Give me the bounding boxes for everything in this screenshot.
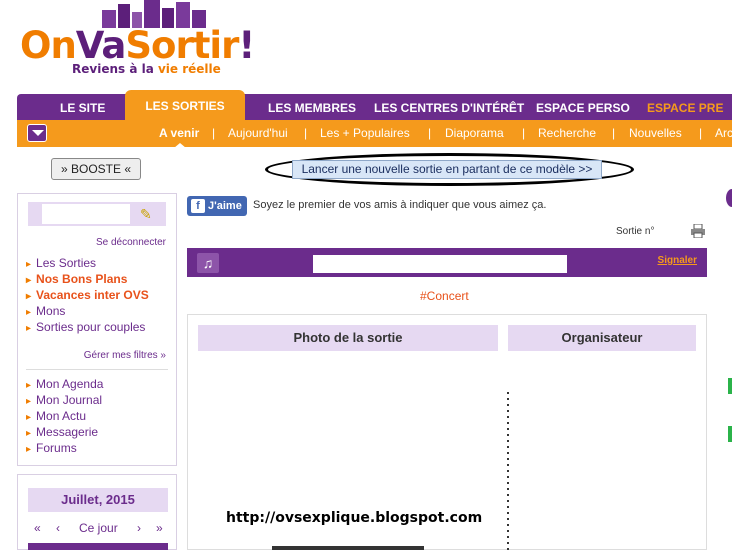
sortie-number-label: Sortie n° [616,226,655,237]
calendar-nav: « ‹ Ce jour › » [18,521,176,537]
personal-links: Mon Agenda Mon Journal Mon Actu Messager… [26,376,103,456]
main-nav-les-sorties[interactable]: LES SORTIES [125,90,245,120]
calendar-weekday-header [28,543,168,550]
tagline-em: vie réelle [157,62,221,76]
calendar-last-button[interactable]: » [156,521,163,535]
organizer-header: Organisateur [508,325,696,351]
link-mon-agenda[interactable]: Mon Agenda [26,376,103,392]
event-title [313,255,567,273]
launch-from-template-button[interactable]: Lancer une nouvelle sortie en partant de… [292,160,602,179]
sub-nav-nouvelles[interactable]: Nouvelles [629,120,682,147]
active-indicator-icon [174,143,186,148]
menu-toggle-button[interactable] [27,124,47,142]
sub-nav-separator: | [304,126,308,140]
calendar-title: Juillet, 2015 [28,488,168,512]
photo-strip [272,546,424,550]
calendar-first-button[interactable]: « [34,521,41,535]
sub-nav-aujourdhui[interactable]: Aujourd'hui [228,120,288,147]
brand-on: On [20,24,77,67]
sub-nav-separator: | [699,126,703,140]
facebook-prompt: Soyez le premier de vos amis à indiquer … [253,199,547,211]
right-sidebar-clipped: ​ [728,302,732,550]
sub-nav: A venir | Aujourd'hui | Les + Populaires… [17,120,732,148]
site-logo[interactable]: OnVaSortir! Reviens à la vie réelle [20,0,255,82]
sub-nav-diaporama[interactable]: Diaporama [445,120,504,147]
help-icon[interactable] [726,189,732,207]
link-mons[interactable]: Mons [26,303,149,319]
facebook-like-label: J'aime [208,200,242,212]
link-messagerie[interactable]: Messagerie [26,424,103,440]
sortie-number-value [660,222,688,240]
print-icon[interactable] [690,224,706,238]
sub-nav-recherche[interactable]: Recherche [538,120,596,147]
sub-nav-populaires[interactable]: Les + Populaires [320,120,410,147]
facebook-like-button[interactable]: f J'aime [187,196,247,216]
right-green-badge [728,378,732,394]
pencil-icon[interactable]: ✎ [140,206,156,222]
sub-nav-archives[interactable]: Arc [715,120,732,147]
link-les-sorties[interactable]: Les Sorties [26,255,149,271]
facebook-icon: f [191,199,205,213]
manage-filters-link[interactable]: Gérer mes filtres » [84,350,166,361]
booste-button[interactable]: » BOOSTE « [51,158,141,180]
calendar-today-button[interactable]: Ce jour [79,521,118,535]
music-icon: ♫ [197,253,219,273]
user-panel: ✎ Se déconnecter Les Sorties Nos Bons Pl… [17,193,177,466]
category-tag[interactable]: #Concert [420,289,469,303]
link-couples[interactable]: Sorties pour couples [26,319,149,335]
brand-bang: ! [238,24,255,67]
username-field [42,204,130,224]
sub-nav-separator: | [522,126,526,140]
watermark-text: http://ovsexplique.blogspot.com [226,510,483,526]
main-nav: LE SITE LES SORTIES LES MEMBRES LES CENT… [17,90,732,120]
main-nav-centres-interet[interactable]: LES CENTRES D'INTÉRÊT [374,94,524,120]
logout-link[interactable]: Se déconnecter [96,237,166,248]
sorties-links: Les Sorties Nos Bons Plans Vacances inte… [26,255,149,335]
link-forums[interactable]: Forums [26,440,103,456]
dotted-divider [507,392,509,550]
chevron-down-icon [32,130,44,136]
calendar-prev-button[interactable]: ‹ [56,521,60,535]
brand-va: Va [75,24,127,67]
link-vacances[interactable]: Vacances inter OVS [26,287,149,303]
divider [26,369,168,370]
main-nav-espace-premium[interactable]: ESPACE PRE [647,94,723,120]
main-nav-espace-perso[interactable]: ESPACE PERSO [536,94,630,120]
main-nav-les-membres[interactable]: LES MEMBRES [268,94,356,120]
sub-nav-separator: | [612,126,616,140]
brand-sortir: Sortir [125,24,239,67]
link-mon-journal[interactable]: Mon Journal [26,392,103,408]
main-nav-le-site[interactable]: LE SITE [60,94,105,120]
sub-nav-separator: | [428,126,432,140]
event-title-bar: ♫ Signaler [187,248,707,277]
tagline: Reviens à la vie réelle [72,62,221,76]
link-mon-actu[interactable]: Mon Actu [26,408,103,424]
calendar-next-button[interactable]: › [137,521,141,535]
user-header: ✎ [28,202,166,226]
report-link[interactable]: Signaler [658,255,697,266]
tagline-pre: Reviens à la [72,62,158,76]
calendar-panel: Juillet, 2015 « ‹ Ce jour › » [17,474,177,550]
sub-nav-separator: | [212,126,216,140]
right-green-badge [728,426,732,442]
link-bons-plans[interactable]: Nos Bons Plans [26,271,149,287]
photo-header: Photo de la sortie [198,325,498,351]
